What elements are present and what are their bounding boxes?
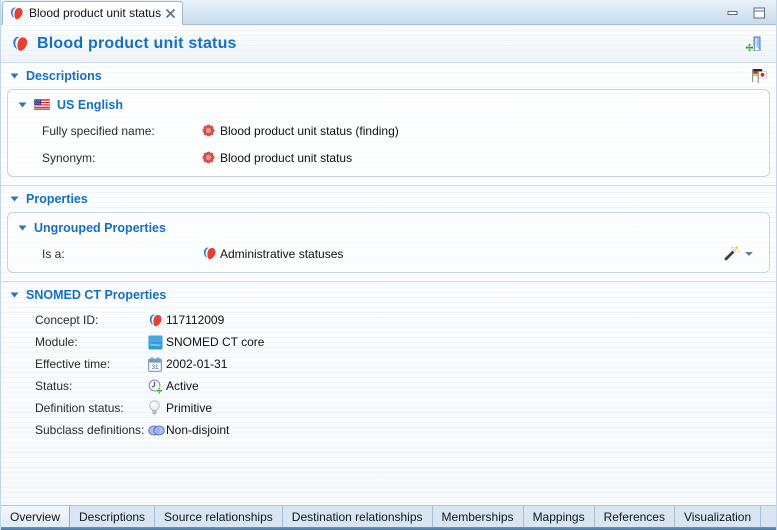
status-row: Status: Active (1, 375, 776, 397)
tab-descriptions[interactable]: Descriptions (70, 506, 155, 527)
snomed-properties-header[interactable]: SNOMED CT Properties (1, 282, 776, 307)
row-label: Subclass definitions: (35, 423, 148, 437)
tab-label: References (604, 510, 665, 524)
row-label: Module: (35, 335, 148, 349)
editor-tab-label: Blood product unit status (29, 6, 161, 20)
tab-destination-relationships[interactable]: Destination relationships (283, 506, 433, 527)
row-label: Status: (35, 379, 148, 393)
editor-page-tabs: Overview Descriptions Source relationshi… (1, 505, 776, 527)
tab-label: Destination relationships (292, 510, 423, 524)
editor-tab-bar: Blood product unit status (1, 0, 776, 25)
row-value[interactable]: Blood product unit status (finding) (220, 124, 399, 138)
magic-wand-icon[interactable] (723, 245, 740, 262)
concept-icon (9, 6, 24, 21)
concept-id-row: Concept ID: 117112009 (1, 309, 776, 331)
row-value: 2002-01-31 (166, 357, 227, 371)
concept-icon (202, 246, 220, 261)
snomed-properties-rows: Concept ID: 117112009 Module: (1, 307, 776, 447)
calendar-icon: 31 (148, 357, 166, 372)
tab-label: Descriptions (79, 510, 145, 524)
close-icon[interactable] (166, 9, 175, 18)
collapse-triangle-icon[interactable] (10, 73, 19, 79)
tab-label: Visualization (684, 510, 751, 524)
maximize-icon[interactable] (753, 7, 766, 19)
collapse-triangle-icon[interactable] (10, 292, 19, 298)
properties-section: Properties Ungrouped Properties Is a: (1, 185, 776, 273)
us-english-group: US English Fully specified name: (7, 89, 770, 177)
minimize-icon[interactable] (727, 8, 739, 18)
language-flags-icon[interactable] (749, 67, 767, 84)
chevron-down-icon[interactable] (745, 252, 753, 256)
ungrouped-properties-header[interactable]: Ungrouped Properties (8, 215, 769, 240)
descriptions-section: Descriptions (1, 62, 776, 177)
row-value: Primitive (166, 401, 212, 415)
row-label: Definition status: (35, 401, 148, 415)
svg-text:ihtsdo: ihtsdo (150, 341, 161, 346)
language-group-title: US English (57, 98, 123, 112)
isa-row: Is a: Administrative statuses (8, 240, 769, 267)
description-rosette-icon (202, 151, 220, 164)
collapse-triangle-icon[interactable] (18, 102, 27, 108)
isa-edit-control (723, 245, 757, 262)
properties-section-title: Properties (26, 192, 88, 206)
module-icon: ihtsdo (148, 335, 166, 350)
definition-status-row: Definition status: Primitive (1, 397, 776, 419)
tab-memberships[interactable]: Memberships (433, 506, 524, 527)
properties-section-header[interactable]: Properties (1, 186, 776, 211)
effective-time-row: Effective time: 31 2002-01-31 (1, 353, 776, 375)
row-value[interactable]: Administrative statuses (220, 247, 343, 261)
row-value: Active (166, 379, 199, 393)
row-value[interactable]: Blood product unit status (220, 151, 352, 165)
tab-label: Memberships (442, 510, 514, 524)
tab-references[interactable]: References (595, 506, 675, 527)
descriptions-section-title: Descriptions (26, 69, 102, 83)
module-row: Module: ihtsdo SNOMED CT core (1, 331, 776, 353)
tab-overview[interactable]: Overview (1, 506, 70, 527)
collapse-triangle-icon[interactable] (10, 196, 19, 202)
add-bookmark-icon[interactable] (745, 35, 766, 53)
concept-icon (11, 35, 29, 53)
tab-visualization[interactable]: Visualization (675, 506, 761, 527)
us-flag-icon (34, 99, 50, 110)
tab-label: Overview (10, 510, 60, 524)
concept-icon (148, 313, 166, 328)
window-controls (727, 7, 766, 19)
bulb-icon (148, 400, 166, 416)
description-row-synonym: Synonym: Blood product unit status (8, 144, 769, 171)
snomed-properties-title: SNOMED CT Properties (26, 288, 166, 302)
svg-text:31: 31 (151, 364, 159, 371)
tab-source-relationships[interactable]: Source relationships (155, 506, 283, 527)
row-value: SNOMED CT core (166, 335, 264, 349)
page-header: Blood product unit status (1, 25, 776, 62)
overview-page: Descriptions (1, 62, 776, 505)
concept-editor-window: Blood product unit status (0, 0, 777, 530)
collapse-triangle-icon[interactable] (18, 225, 27, 231)
ungrouped-properties-group: Ungrouped Properties Is a: Administrativ… (7, 212, 770, 273)
snomed-properties-section: SNOMED CT Properties Concept ID: 1171120… (1, 281, 776, 447)
subclass-definitions-row: Subclass definitions: Non-disjoint (1, 419, 776, 441)
page-title: Blood product unit status (37, 35, 237, 53)
us-english-group-header[interactable]: US English (8, 92, 769, 117)
tab-label: Source relationships (164, 510, 273, 524)
row-label: Synonym: (42, 151, 202, 165)
row-label: Is a: (42, 247, 202, 261)
row-value: Non-disjoint (166, 423, 229, 437)
editor-tab-blood-product-unit-status[interactable]: Blood product unit status (2, 1, 183, 25)
description-rosette-icon (202, 124, 220, 137)
venn-icon (148, 425, 166, 436)
clock-add-icon (148, 379, 166, 394)
row-label: Concept ID: (35, 313, 148, 327)
row-value: 117112009 (166, 313, 224, 327)
tab-label: Mappings (533, 510, 585, 524)
tab-mappings[interactable]: Mappings (524, 506, 595, 527)
row-label: Effective time: (35, 357, 148, 371)
ungrouped-properties-title: Ungrouped Properties (34, 221, 166, 235)
descriptions-section-header[interactable]: Descriptions (1, 63, 776, 88)
row-label: Fully specified name: (42, 124, 202, 138)
description-row-fsn: Fully specified name: Blood product unit… (8, 117, 769, 144)
